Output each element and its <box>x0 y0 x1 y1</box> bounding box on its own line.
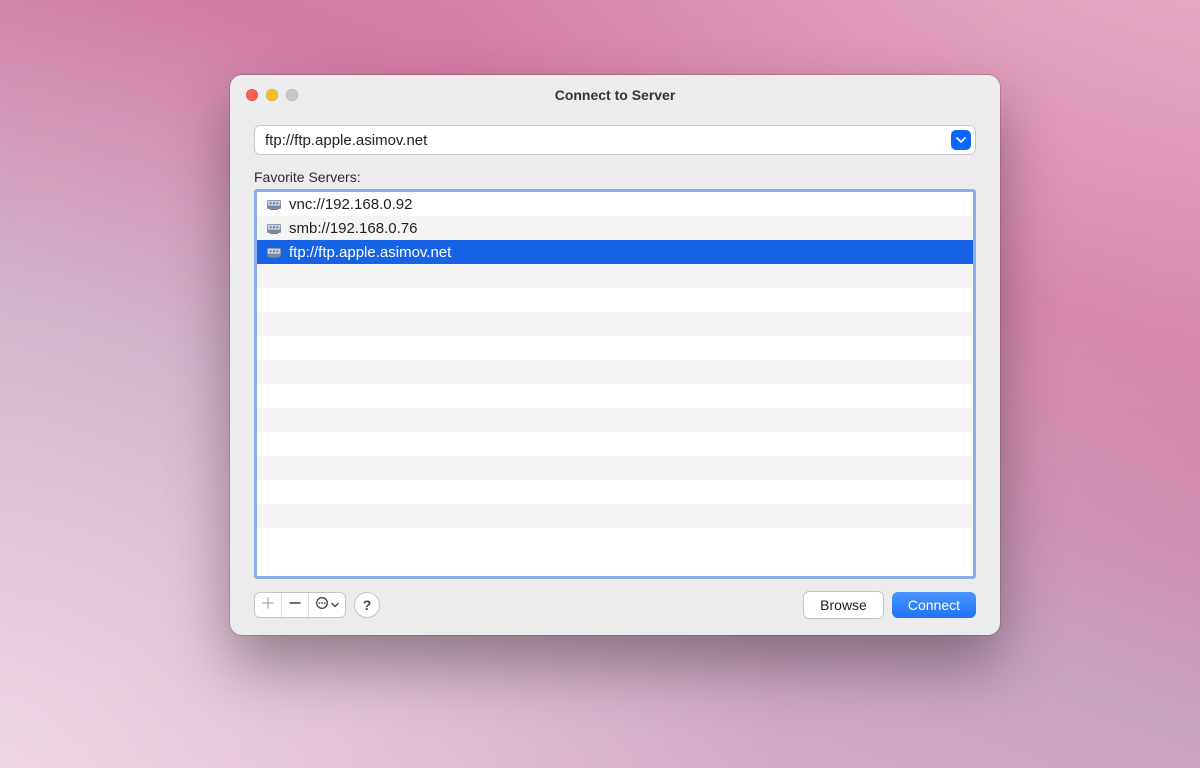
chevron-down-icon <box>331 596 339 614</box>
list-edit-segmented-control <box>254 592 346 618</box>
recent-servers-dropdown-button[interactable] <box>951 130 971 150</box>
close-window-button[interactable] <box>246 89 258 101</box>
favorite-servers-listbox[interactable]: vnc://192.168.0.92 smb://192.168.0.76 ftp:… <box>254 189 976 579</box>
plus-icon <box>262 596 274 614</box>
favorite-server-row[interactable]: vnc://192.168.0.92 <box>257 192 973 216</box>
window-content: Favorite Servers: vnc://192.168.0.92 smb:… <box>230 115 1000 635</box>
chevron-down-icon <box>956 135 966 145</box>
server-address-field-wrap <box>254 125 976 155</box>
favorite-server-url: smb://192.168.0.76 <box>289 220 417 237</box>
favorite-server-url: vnc://192.168.0.92 <box>289 196 412 213</box>
minus-icon <box>289 596 301 614</box>
footer-toolbar: ? Browse Connect <box>254 579 976 619</box>
traffic-lights <box>230 89 298 101</box>
ellipsis-circle-icon <box>315 596 329 615</box>
favorite-server-row[interactable] <box>257 336 973 360</box>
remove-favorite-button[interactable] <box>281 593 308 617</box>
help-button[interactable]: ? <box>354 592 380 618</box>
connect-button[interactable]: Connect <box>892 592 976 618</box>
add-favorite-button[interactable] <box>255 593 281 617</box>
server-icon <box>265 195 283 213</box>
connect-to-server-window: Connect to Server Favorite Servers: vnc:… <box>230 75 1000 635</box>
favorite-server-row[interactable] <box>257 264 973 288</box>
favorite-server-row[interactable] <box>257 312 973 336</box>
server-address-input[interactable] <box>254 125 976 155</box>
favorite-server-row[interactable] <box>257 480 973 504</box>
minimize-window-button[interactable] <box>266 89 278 101</box>
server-icon <box>265 219 283 237</box>
favorite-server-row[interactable] <box>257 384 973 408</box>
favorite-server-row[interactable] <box>257 360 973 384</box>
favorite-server-row[interactable]: ftp://ftp.apple.asimov.net <box>257 240 973 264</box>
favorite-server-row[interactable] <box>257 408 973 432</box>
favorite-servers-label: Favorite Servers: <box>254 169 976 185</box>
favorite-server-row[interactable] <box>257 504 973 528</box>
favorite-server-row[interactable]: smb://192.168.0.76 <box>257 216 973 240</box>
zoom-window-button[interactable] <box>286 89 298 101</box>
help-label: ? <box>363 597 372 613</box>
titlebar: Connect to Server <box>230 75 1000 115</box>
favorite-server-row[interactable] <box>257 432 973 456</box>
server-icon <box>265 243 283 261</box>
favorite-server-row[interactable] <box>257 456 973 480</box>
action-menu-button[interactable] <box>308 593 345 617</box>
favorite-server-row[interactable] <box>257 288 973 312</box>
window-title: Connect to Server <box>230 87 1000 103</box>
favorite-server-url: ftp://ftp.apple.asimov.net <box>289 244 451 261</box>
desktop-background: Connect to Server Favorite Servers: vnc:… <box>0 0 1200 768</box>
browse-button[interactable]: Browse <box>803 591 884 619</box>
